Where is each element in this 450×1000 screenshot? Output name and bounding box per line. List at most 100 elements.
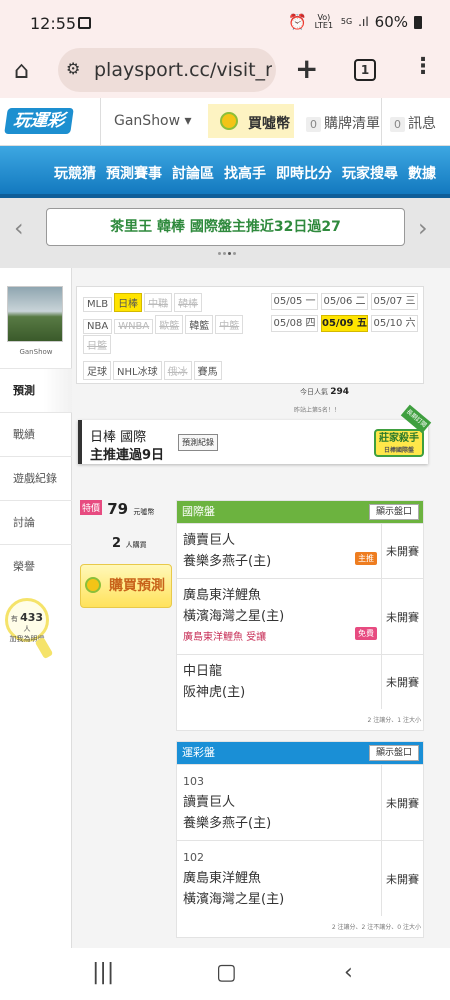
table-row: 103 讀賣巨人 養樂多燕子(主) 未開賽 <box>177 764 423 840</box>
rank-text: 昨站上第5名！！ <box>294 407 340 414</box>
lamp-count: 433 <box>20 611 44 624</box>
purchase-list-link[interactable]: 0 購牌清單 <box>306 113 380 133</box>
chevron-right-icon[interactable]: › <box>418 214 428 242</box>
buyers-value: 2 <box>112 536 122 551</box>
nav-item[interactable]: 數據 <box>408 163 436 183</box>
system-nav-bar: ||| ▢ ‹ <box>0 948 450 1000</box>
avatar[interactable] <box>7 286 63 342</box>
status-icons: ⏰ Vo) LTE1 5G .ıl 60% <box>288 13 422 31</box>
tab-switcher-button[interactable]: 1 <box>354 59 376 81</box>
site-logo[interactable]: 玩運彩 <box>4 108 74 134</box>
username: GanShow <box>114 113 181 129</box>
buyers-unit: 人購買 <box>125 541 147 549</box>
league-chip[interactable]: NBA <box>83 319 113 334</box>
buyer-count: 2 人購買 <box>112 536 147 551</box>
volte-indicator: Vo) LTE1 <box>314 13 334 30</box>
date-button[interactable]: 05/09 五 <box>321 315 368 332</box>
buy-coin-button[interactable]: 買噓幣 <box>208 104 294 138</box>
buy-prediction-button[interactable]: 購買預測 <box>80 564 172 608</box>
new-tab-icon[interactable]: + <box>295 52 318 85</box>
sidebar-item[interactable]: 遊戲紀錄 <box>0 456 72 500</box>
league-chip: 中籃 <box>215 315 244 334</box>
nav-item[interactable]: 玩家搜尋 <box>342 163 398 183</box>
prediction-record-button[interactable]: 預測紀錄 <box>178 434 218 451</box>
league-chip[interactable]: 足球 <box>83 361 111 380</box>
chevron-left-icon[interactable]: ‹ <box>14 214 24 242</box>
sidebar-item[interactable]: 榮譽 <box>0 544 72 588</box>
promo-banner: ‹ 茶里王 韓棒 國際盤主推近32日過27 › <box>0 198 450 268</box>
league-chip[interactable]: 日棒 <box>114 293 143 312</box>
main-nav: 玩競猜 預測賽事 討論區 找高手 即時比分 玩家搜尋 數據 <box>0 146 450 198</box>
profile-sidebar: GanShow 預測 戰績 遊戲紀錄 討論 榮譽 有 433 人 加我為明燈 <box>0 268 72 948</box>
show-odds-button[interactable]: 顯示盤口 <box>368 504 419 520</box>
nav-item[interactable]: 預測賽事 <box>106 163 162 183</box>
table-title: 國際盤 <box>182 505 215 518</box>
lamp-prefix: 有 <box>10 615 18 623</box>
nav-item[interactable]: 玩競猜 <box>54 163 96 183</box>
game-status: 未開賽 <box>381 655 423 709</box>
league-chip[interactable]: MLB <box>83 297 113 312</box>
league-chip[interactable]: 韓籃 <box>185 315 214 334</box>
league-chip[interactable]: NHL冰球 <box>113 361 162 380</box>
date-button[interactable]: 05/07 三 <box>371 293 418 310</box>
address-bar[interactable]: ⚙ playsport.cc/visit_m <box>58 48 276 92</box>
league-chip[interactable]: 賽馬 <box>193 361 222 380</box>
table-row: 102 廣島東洋鯉魚 橫濱海灣之星(主) 未開賽 <box>177 840 423 916</box>
today-popularity: 今日人氣 294 <box>300 387 349 397</box>
table-row: 中日龍 阪神虎(主) 未開賽 <box>177 654 423 709</box>
url-text[interactable]: playsport.cc/visit_m <box>94 59 272 81</box>
game-status: 未開賽 <box>381 841 423 916</box>
game-status: 未開賽 <box>381 765 423 840</box>
overflow-menu-icon[interactable]: ⋮ <box>412 54 434 79</box>
league-title: 日棒 國際 <box>90 430 147 445</box>
back-icon[interactable]: ‹ <box>344 960 353 985</box>
nav-item[interactable]: 即時比分 <box>276 163 332 183</box>
browser-toolbar: ⌂ ⚙ playsport.cc/visit_m + 1 ⋮ <box>0 44 450 98</box>
streak-title: 主推連過9日 <box>90 448 165 463</box>
user-menu[interactable]: GanShow ▾ <box>114 113 192 129</box>
recents-icon[interactable]: ||| <box>92 960 114 985</box>
home-icon[interactable]: ⌂ <box>14 56 29 84</box>
site-settings-icon[interactable]: ⚙ <box>66 59 80 78</box>
divider <box>381 98 382 146</box>
nav-item[interactable]: 討論區 <box>172 163 214 183</box>
buy-prediction-label: 購買預測 <box>109 578 165 594</box>
intl-odds-table: 國際盤 顯示盤口 讀賣巨人 養樂多燕子(主) 主推 未開賽 廣島東洋鯉魚 橫濱海灣之星(主) 廣… <box>176 500 424 731</box>
date-button[interactable]: 05/06 二 <box>321 293 368 310</box>
messages-link[interactable]: 0 訊息 <box>390 113 436 133</box>
date-button[interactable]: 05/10 六 <box>371 315 418 332</box>
sidebar-item[interactable]: 討論 <box>0 500 72 544</box>
table-row: 廣島東洋鯉魚 橫濱海灣之星(主) 廣島東洋鯉魚 受讓 免費 未開賽 <box>177 578 423 654</box>
sidebar-username: GanShow <box>19 348 53 356</box>
sidebar-item[interactable]: 預測 <box>0 368 72 412</box>
league-chip: 中職 <box>144 293 173 312</box>
pick-tag: 主推 <box>355 552 377 565</box>
popularity-value: 294 <box>330 387 350 397</box>
coin-icon <box>220 112 238 130</box>
price-value: 79 <box>107 500 129 518</box>
badge-title: 莊家殺手 <box>379 433 419 444</box>
divider <box>100 98 101 146</box>
nav-item[interactable]: 找高手 <box>224 163 266 183</box>
carousel-dots <box>218 252 236 255</box>
main-content: MLB 日棒 中職 韓棒 NBA WNBA 歐籃 韓籃 中籃 日籃 足球 NHL冰球 俄冰 賽馬 0… <box>72 268 450 948</box>
pick-summary: 2 注讓分、1 注大小 <box>367 717 421 724</box>
follower-lamp[interactable]: 有 433 人 加我為明燈 <box>5 598 49 643</box>
date-button[interactable]: 05/08 四 <box>271 315 318 332</box>
status-bar: 12:55 ⏰ Vo) LTE1 5G .ıl 60% <box>0 0 450 44</box>
messages-label: 訊息 <box>408 116 436 132</box>
purchase-list-label: 購牌清單 <box>324 116 380 132</box>
league-chip: 韓棒 <box>174 293 203 312</box>
buy-coin-label: 買噓幣 <box>248 116 290 132</box>
battery-level: 60% <box>374 13 408 31</box>
price: 特價 79 元噓幣 <box>80 500 154 518</box>
game-status: 未開賽 <box>381 524 423 578</box>
league-chip: 日籃 <box>83 335 111 354</box>
home-nav-icon[interactable]: ▢ <box>216 960 237 985</box>
promo-text[interactable]: 茶里王 韓棒 國際盤主推近32日過27 <box>46 208 405 246</box>
coin-icon <box>85 577 101 593</box>
lottery-odds-table: 運彩盤 顯示盤口 103 讀賣巨人 養樂多燕子(主) 未開賽 102 廣島東洋鯉魚 橫濱海灣之星… <box>176 741 424 938</box>
show-odds-button[interactable]: 顯示盤口 <box>368 745 419 761</box>
sidebar-item[interactable]: 戰績 <box>0 412 72 456</box>
date-button[interactable]: 05/05 一 <box>271 293 318 310</box>
